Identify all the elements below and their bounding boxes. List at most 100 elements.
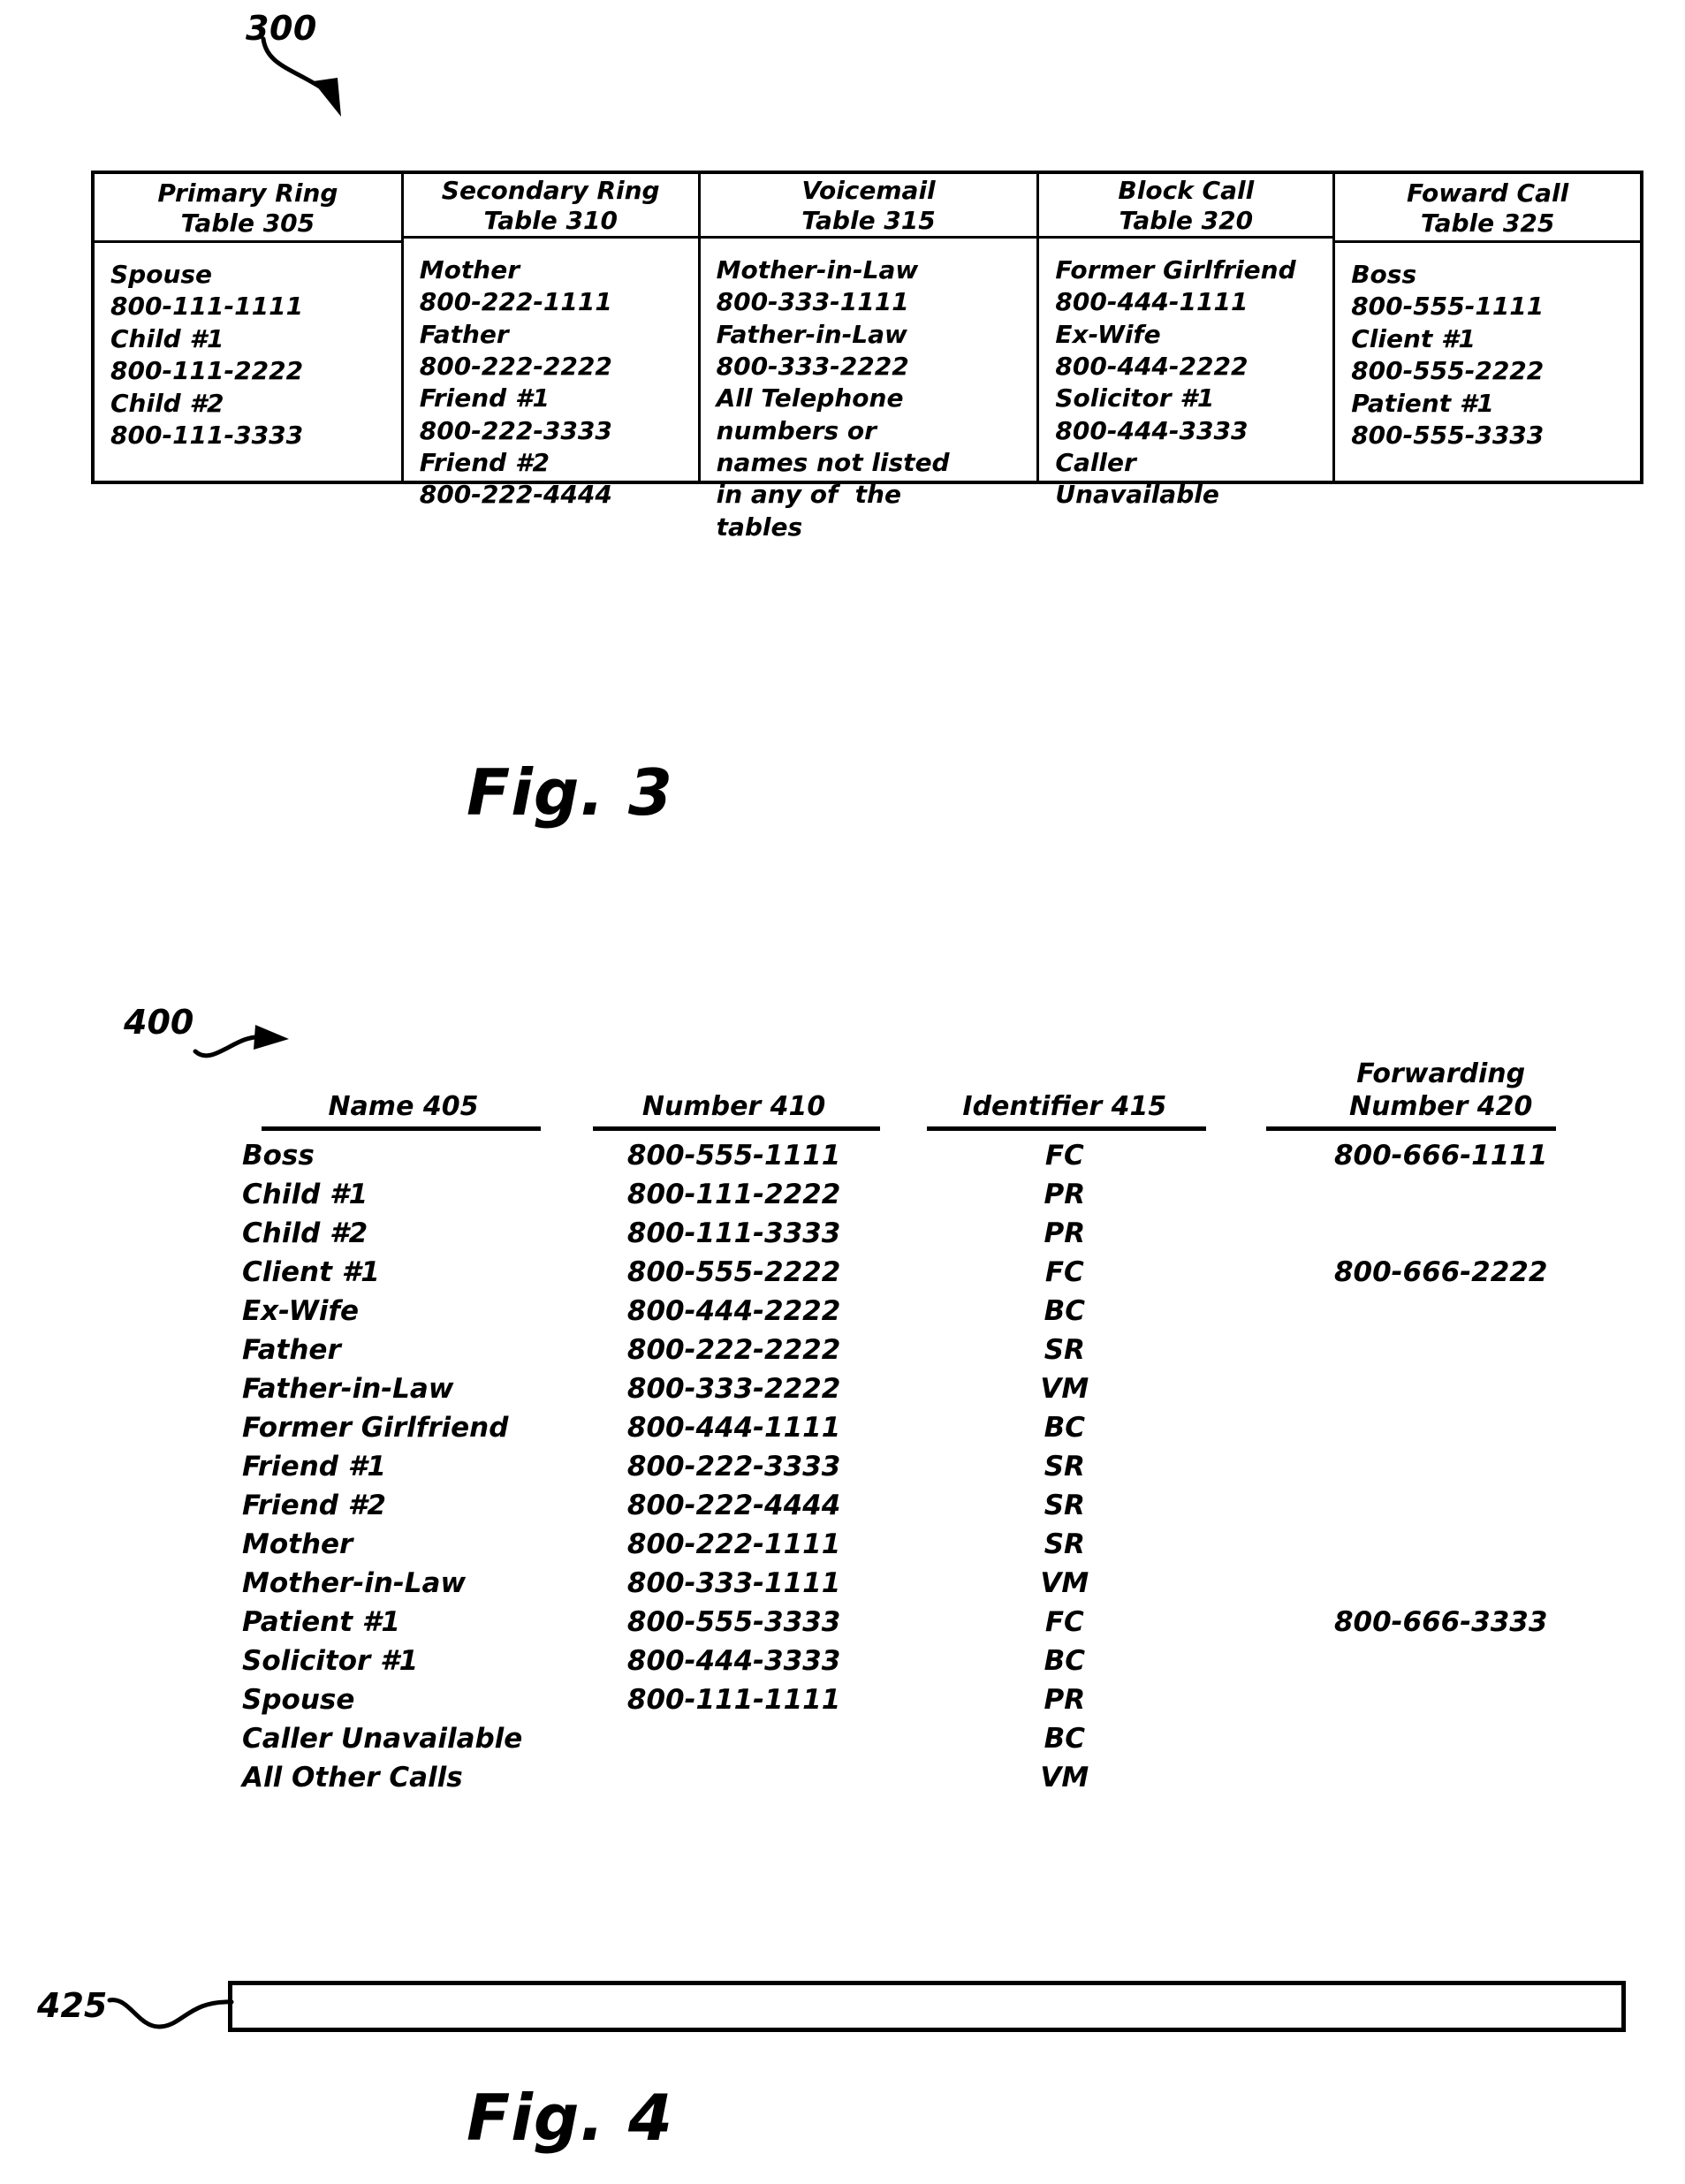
cell-identifier: SR <box>1044 1490 1085 1522</box>
cell-number: 800-222-2222 <box>626 1334 841 1367</box>
cell-identifier: PR <box>1044 1179 1086 1211</box>
cell-identifier: BC <box>1044 1295 1086 1328</box>
call-treatment-tables: Primary Ring Table 305 Spouse 800-111-1111 C… <box>91 171 1643 542</box>
table-row[interactable]: Father 800-222-2222 SR <box>237 1331 1651 1369</box>
call-table-entry: Former Girlfriend <box>1055 254 1296 284</box>
cell-forwarding-number <box>1231 1331 1651 1369</box>
column-header-identifier: Identifier 415 <box>898 1058 1231 1136</box>
figure-3: 300 Primary Ring Table 305 Spouse 800-111-1… <box>0 0 1685 883</box>
table-row[interactable]: Friend #1 800-222-3333 SR <box>237 1447 1651 1486</box>
table-row[interactable]: Caller Unavailable BC <box>237 1719 1651 1758</box>
figure-4-reference-numeral: 400 <box>124 1003 194 1042</box>
figure-4-caption: Fig. 4 <box>467 2081 673 2155</box>
cell-identifier: VM <box>1040 1567 1089 1600</box>
call-table-entry: 800-111-1111 <box>110 292 304 322</box>
table-row[interactable]: Child #2 800-111-3333 PR <box>237 1214 1651 1253</box>
column-header-forwarding-line1: Forwarding <box>1356 1058 1526 1089</box>
call-table-entry: 800-222-2222 <box>419 351 612 381</box>
cell-identifier: FC <box>1044 1606 1084 1639</box>
master-call-table-body: Boss 800-555-1111 FC 800-666-1111 Child #1 80… <box>237 1136 1651 1797</box>
cell-forwarding-number <box>1231 1525 1651 1564</box>
call-table-column-header: Primary Ring Table 305 <box>95 174 401 243</box>
cell-identifier: PR <box>1044 1684 1086 1717</box>
cell-name: Father <box>242 1334 341 1367</box>
cell-number: 800-444-2222 <box>626 1295 841 1328</box>
cell-number <box>570 1758 898 1797</box>
cell-forwarding-number <box>1231 1447 1651 1486</box>
cell-name: Solicitor #1 <box>242 1645 419 1678</box>
table-header-row: Name 405 Number 410 Identifier 415 Forwa… <box>237 1058 1651 1136</box>
call-table-entry: Mother-in-Law <box>716 254 919 284</box>
call-table-entry: 800-444-2222 <box>1055 351 1249 381</box>
call-table-entry: in any of the <box>716 480 901 510</box>
cell-forwarding-number <box>1231 1758 1651 1797</box>
cell-forwarding-number <box>1231 1719 1651 1758</box>
cell-number: 800-222-1111 <box>626 1528 841 1561</box>
call-table-column-header: Foward Call Table 325 <box>1335 174 1640 243</box>
column-header-number-rule <box>592 1126 880 1132</box>
cell-identifier: SR <box>1044 1334 1085 1367</box>
table-row[interactable]: Solicitor #1 800-444-3333 BC <box>237 1642 1651 1680</box>
cell-identifier: VM <box>1040 1373 1089 1406</box>
cell-forwarding-number: 800-666-3333 <box>1333 1606 1548 1639</box>
call-table-entry: 800-444-1111 <box>1055 287 1249 317</box>
table-row[interactable]: Friend #2 800-222-4444 SR <box>237 1486 1651 1525</box>
cell-name: Mother-in-Law <box>242 1567 467 1600</box>
call-table-column: Voicemail Table 315 Mother-in-Law 800-333-1… <box>700 174 1040 542</box>
column-header-name: Name 405 <box>237 1058 570 1136</box>
call-table-column: Foward Call Table 325 Boss 800-555-1111 Clie… <box>1335 174 1640 481</box>
cell-number: 800-333-1111 <box>626 1567 841 1600</box>
call-table-entry: Friend #2 <box>419 448 550 478</box>
call-table-entry: 800-333-1111 <box>716 287 909 317</box>
cell-forwarding-number <box>1231 1408 1651 1447</box>
call-table-entry: Caller <box>1055 448 1136 478</box>
call-table-column-entries: Mother 800-222-1111 Father 800-222-2222 Frie… <box>404 239 698 512</box>
call-table-column: Primary Ring Table 305 Spouse 800-111-1111 C… <box>95 174 404 481</box>
call-table-entry: 800-555-2222 <box>1351 356 1545 386</box>
table-row[interactable]: Boss 800-555-1111 FC 800-666-1111 <box>237 1136 1651 1175</box>
call-table-entry: numbers or <box>716 415 877 445</box>
cell-name: Caller Unavailable <box>242 1723 523 1756</box>
call-table-entry: tables <box>716 512 803 542</box>
cell-number: 800-222-3333 <box>626 1451 841 1483</box>
call-table-entry: 800-555-1111 <box>1351 292 1545 322</box>
table-row[interactable]: Former Girlfriend 800-444-1111 BC <box>237 1408 1651 1447</box>
call-table-column-number: Table 325 <box>1420 208 1555 238</box>
call-table-column-entries: Former Girlfriend 800-444-1111 Ex-Wife 800-… <box>1039 239 1332 512</box>
cell-number <box>570 1719 898 1758</box>
call-table-column-header: Secondary Ring Table 310 <box>403 174 698 239</box>
cell-identifier: BC <box>1044 1645 1086 1678</box>
cell-forwarding-number <box>1231 1214 1651 1253</box>
call-table-entry: Child #2 <box>110 388 224 418</box>
call-table-entry: names not listed <box>716 448 950 478</box>
call-table-entry: Ex-Wife <box>1055 319 1161 349</box>
table-row[interactable]: Father-in-Law 800-333-2222 VM <box>237 1369 1651 1408</box>
cell-name: Child #2 <box>242 1217 368 1250</box>
cell-number: 800-222-4444 <box>626 1490 841 1522</box>
call-table-column: Secondary Ring Table 310 Mother 800-222-111… <box>403 174 701 509</box>
table-row[interactable]: Spouse 800-111-1111 PR <box>237 1680 1651 1719</box>
column-header-name-line2: Name 405 <box>328 1090 479 1122</box>
table-row[interactable]: Ex-Wife 800-444-2222 BC <box>237 1292 1651 1331</box>
cell-forwarding-number <box>1231 1175 1651 1214</box>
cell-forwarding-number: 800-666-2222 <box>1333 1256 1548 1289</box>
table-row[interactable]: Child #1 800-111-2222 PR <box>237 1175 1651 1214</box>
call-table-entry: 800-444-3333 <box>1055 415 1249 445</box>
call-table-column-number: Table 320 <box>1119 205 1254 235</box>
call-table-entry: 800-111-2222 <box>110 356 304 386</box>
master-call-table: Name 405 Number 410 Identifier 415 Forwa… <box>237 1058 1651 1797</box>
table-row[interactable]: Mother-in-Law 800-333-1111 VM <box>237 1564 1651 1603</box>
table-row[interactable]: All Other Calls VM <box>237 1758 1651 1797</box>
table-row[interactable]: Client #1 800-555-2222 FC 800-666-2222 <box>237 1253 1651 1292</box>
table-row[interactable]: Mother 800-222-1111 SR <box>237 1525 1651 1564</box>
call-table-entry: Spouse <box>110 260 213 289</box>
cell-forwarding-number: 800-666-1111 <box>1333 1140 1548 1172</box>
master-call-table-head: Name 405 Number 410 Identifier 415 Forwa… <box>237 1058 1651 1136</box>
call-table-entry: Friend #1 <box>419 383 550 413</box>
table-row[interactable]: Patient #1 800-555-3333 FC 800-666-3333 <box>237 1603 1651 1642</box>
cell-number: 800-555-1111 <box>626 1140 841 1172</box>
highlighted-row-lead-line <box>107 1998 234 2029</box>
cell-identifier: BC <box>1044 1412 1086 1445</box>
call-table-entry: 800-555-3333 <box>1351 420 1545 450</box>
column-header-forwarding-line2: Number 420 <box>1348 1090 1533 1122</box>
